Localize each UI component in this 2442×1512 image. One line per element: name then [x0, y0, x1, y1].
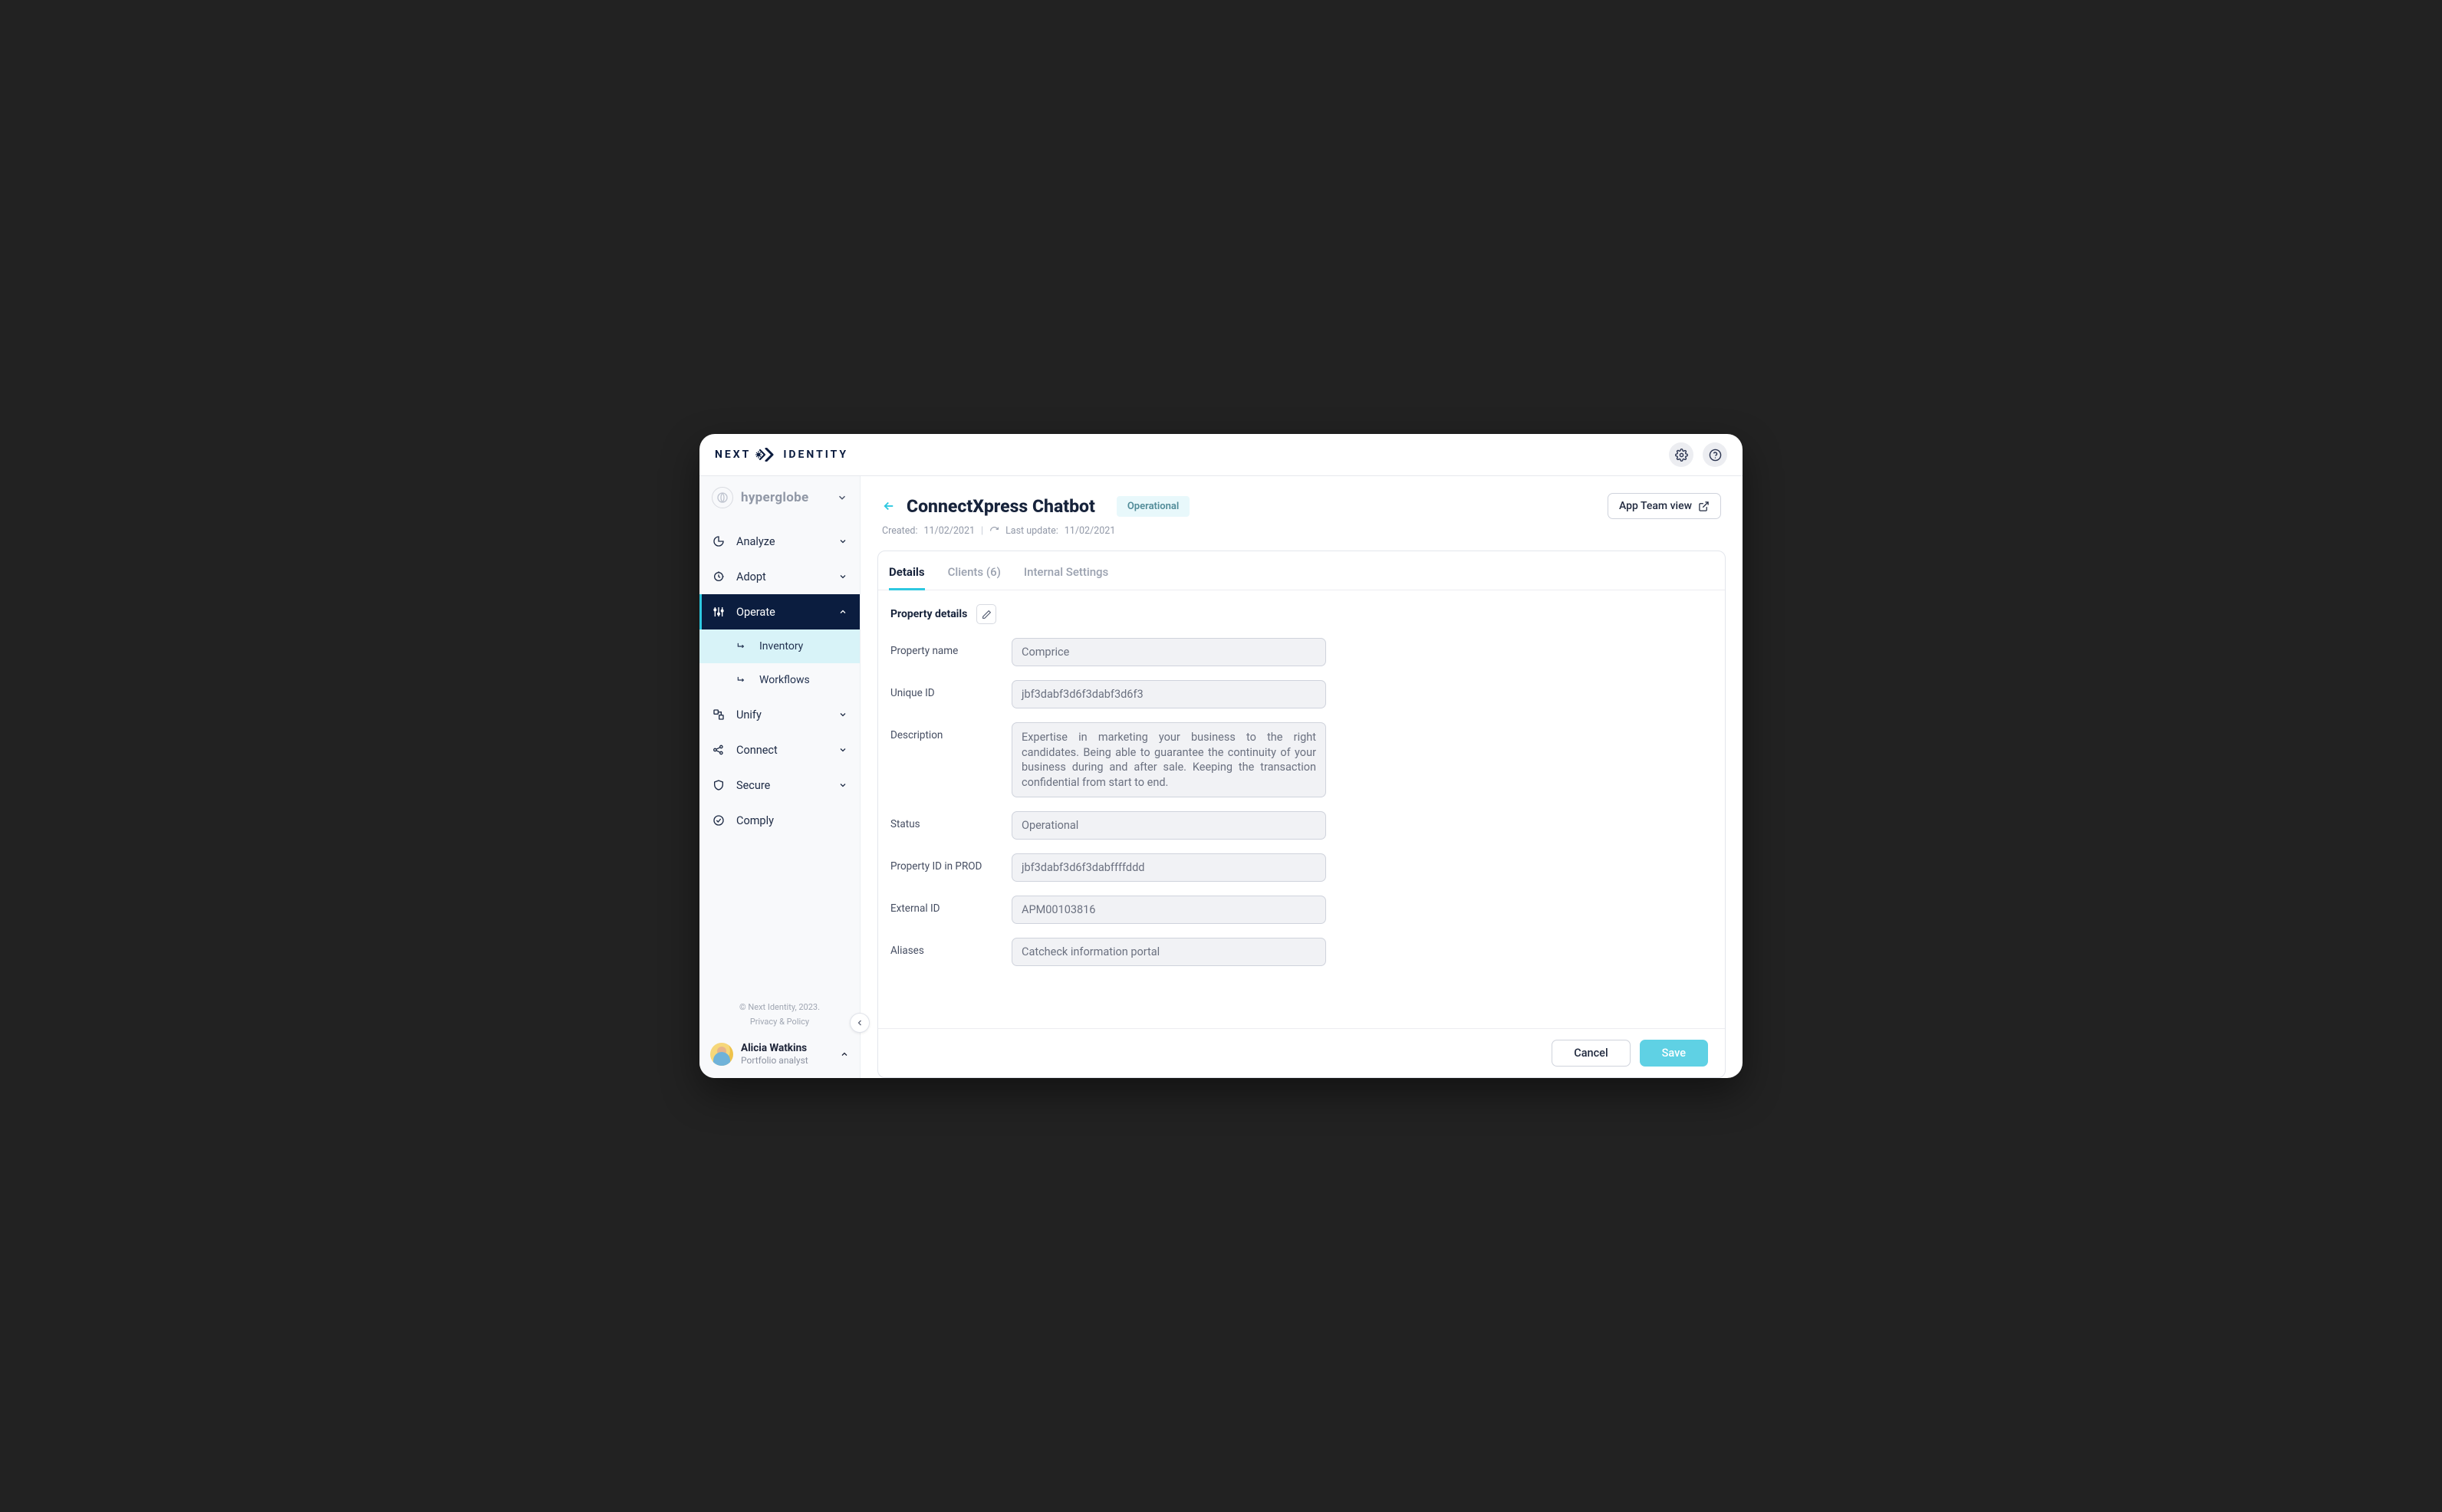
avatar	[710, 1043, 733, 1066]
chevron-down-icon	[838, 710, 847, 719]
label-external-id: External ID	[890, 896, 1012, 915]
sidebar-item-label: Connect	[736, 744, 778, 757]
check-circle-icon	[712, 814, 726, 827]
field-description[interactable]: Expertise in marketing your business to …	[1012, 722, 1326, 797]
user-menu[interactable]: Alicia Watkins Portfolio analyst	[699, 1031, 860, 1078]
user-name: Alicia Watkins	[741, 1042, 808, 1054]
sidebar-footer: © Next Identity, 2023. Privacy & Policy	[699, 993, 860, 1031]
org-name: hyperglobe	[741, 490, 808, 505]
updated-label: Last update:	[1005, 525, 1058, 537]
topbar: NEXT IDENTITY	[699, 434, 1743, 476]
chevron-down-icon	[837, 492, 847, 503]
edit-button[interactable]	[976, 604, 996, 624]
sidebar-item-label: Operate	[736, 606, 775, 619]
save-button[interactable]: Save	[1640, 1040, 1708, 1067]
app-frame: NEXT IDENTITY hyperglobe	[699, 434, 1743, 1078]
app-team-view-button[interactable]: App Team view	[1608, 493, 1721, 519]
chevron-down-icon	[838, 537, 847, 546]
connect-icon	[712, 744, 726, 756]
updated-value: 11/02/2021	[1065, 525, 1116, 537]
sub-arrow-icon	[735, 675, 749, 685]
brand-right: IDENTITY	[783, 449, 848, 461]
details-card: Details Clients (6) Internal Settings Pr…	[877, 551, 1726, 1078]
copyright: © Next Identity, 2023.	[707, 1002, 852, 1012]
page-header: ConnectXpress Chatbot Operational App Te…	[861, 476, 1743, 538]
created-value: 11/02/2021	[923, 525, 975, 537]
brand-logo: NEXT IDENTITY	[715, 448, 848, 462]
field-unique-id[interactable]: jbf3dabf3d6f3dabf3d6f3	[1012, 680, 1326, 708]
help-icon	[1709, 449, 1722, 462]
sidebar-item-label: Secure	[736, 779, 770, 792]
sidebar-item-label: Unify	[736, 708, 762, 721]
label-unique-id: Unique ID	[890, 680, 1012, 699]
refresh-icon	[989, 526, 999, 536]
label-status: Status	[890, 811, 1012, 830]
field-external-id[interactable]: APM00103816	[1012, 896, 1326, 924]
unify-icon	[712, 708, 726, 721]
sidebar-item-connect[interactable]: Connect	[699, 732, 860, 768]
field-property-name[interactable]: Comprice	[1012, 638, 1326, 666]
adopt-icon	[712, 570, 726, 583]
brand-left: NEXT	[715, 449, 751, 461]
gear-icon	[1675, 449, 1688, 462]
section-title: Property details	[890, 608, 967, 620]
shield-icon	[712, 779, 726, 791]
field-prod-id[interactable]: jbf3dabf3d6f3dabffffddd	[1012, 853, 1326, 882]
sidebar-item-adopt[interactable]: Adopt	[699, 559, 860, 594]
sidebar-item-analyze[interactable]: Analyze	[699, 524, 860, 559]
sidebar-collapse-button[interactable]	[850, 1013, 870, 1033]
tab-clients[interactable]: Clients (6)	[948, 560, 1001, 590]
sidebar-item-label: Adopt	[736, 570, 766, 583]
action-bar: Cancel Save	[878, 1028, 1725, 1077]
sidebar-item-label: Analyze	[736, 535, 775, 548]
label-prod-id: Property ID in PROD	[890, 853, 1012, 873]
cancel-button[interactable]: Cancel	[1552, 1040, 1630, 1067]
sidebar-item-operate[interactable]: Operate	[699, 594, 860, 629]
tab-details[interactable]: Details	[889, 560, 925, 590]
status-badge: Operational	[1117, 496, 1190, 517]
sidebar-item-secure[interactable]: Secure	[699, 768, 860, 803]
chevron-down-icon	[838, 572, 847, 581]
sidebar: hyperglobe Analyze Adopt O	[699, 476, 861, 1078]
sub-arrow-icon	[735, 641, 749, 652]
chevron-up-icon	[838, 607, 847, 616]
chevron-up-icon	[840, 1050, 849, 1059]
label-property-name: Property name	[890, 638, 1012, 657]
chevron-down-icon	[838, 781, 847, 790]
label-aliases: Aliases	[890, 938, 1012, 957]
sidebar-subitem-workflows[interactable]: Workflows	[699, 663, 860, 697]
settings-button[interactable]	[1669, 442, 1693, 467]
main: ConnectXpress Chatbot Operational App Te…	[861, 476, 1743, 1078]
pencil-icon	[982, 610, 992, 620]
chevron-down-icon	[838, 745, 847, 754]
org-icon	[712, 487, 733, 508]
external-link-icon	[1698, 501, 1710, 512]
page-title: ConnectXpress Chatbot	[907, 496, 1095, 517]
brand-arrows-icon	[755, 448, 778, 462]
privacy-link[interactable]: Privacy & Policy	[707, 1017, 852, 1027]
sidebar-subitem-label: Workflows	[759, 674, 810, 686]
sliders-icon	[712, 606, 726, 618]
app-team-view-label: App Team view	[1619, 500, 1692, 512]
created-label: Created:	[882, 525, 917, 537]
sidebar-item-label: Comply	[736, 814, 774, 827]
back-button[interactable]	[882, 499, 896, 513]
tabs: Details Clients (6) Internal Settings	[878, 551, 1725, 590]
sidebar-item-unify[interactable]: Unify	[699, 697, 860, 732]
chevron-left-icon	[855, 1018, 864, 1027]
help-button[interactable]	[1703, 442, 1727, 467]
meta-row: Created: 11/02/2021 | Last update: 11/02…	[882, 525, 1721, 537]
sidebar-subitem-inventory[interactable]: Inventory	[699, 629, 860, 663]
pie-icon	[712, 535, 726, 547]
arrow-left-icon	[882, 499, 896, 513]
sidebar-subitem-label: Inventory	[759, 640, 803, 652]
field-aliases[interactable]: Catcheck information portal	[1012, 938, 1326, 966]
tab-internal-settings[interactable]: Internal Settings	[1024, 560, 1108, 590]
sidebar-item-comply[interactable]: Comply	[699, 803, 860, 838]
label-description: Description	[890, 722, 1012, 741]
user-role: Portfolio analyst	[741, 1055, 808, 1066]
org-switcher[interactable]: hyperglobe	[699, 476, 860, 519]
field-status[interactable]: Operational	[1012, 811, 1326, 840]
